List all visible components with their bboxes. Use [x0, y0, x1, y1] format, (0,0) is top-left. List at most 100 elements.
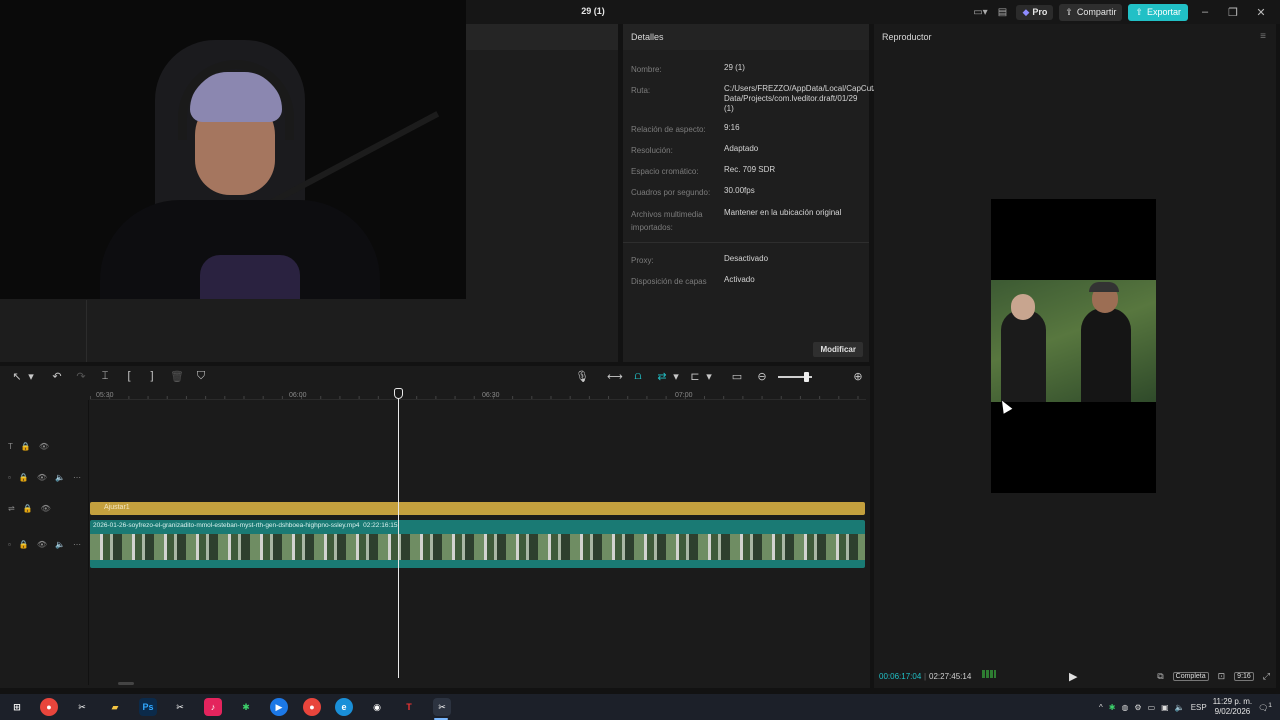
obs-icon[interactable]: ◉	[368, 698, 386, 716]
edge-icon[interactable]: e	[335, 698, 353, 716]
lock-icon[interactable]: 🔒	[19, 540, 29, 549]
app-blue-icon[interactable]: ▶	[270, 698, 288, 716]
photoshop-icon[interactable]: Ps	[139, 698, 157, 716]
detail-value: C:/Users/FREZZO/AppData/Local/CapCut/Use…	[724, 84, 893, 113]
timeline-ruler[interactable]	[90, 388, 866, 400]
crop-icon[interactable]: ⧉	[1157, 671, 1163, 682]
language-indicator[interactable]: ESP	[1191, 703, 1207, 712]
play-button[interactable]: ▶	[1069, 670, 1077, 683]
zoom-slider-handle[interactable]	[804, 372, 809, 382]
split-icon[interactable]: ⌶	[98, 370, 112, 383]
undo-icon[interactable]: ↶	[50, 370, 64, 383]
chevron-down-icon[interactable]: ▾	[702, 370, 716, 383]
redo-icon[interactable]: ↷	[74, 370, 88, 383]
timeline-scrollbar[interactable]	[118, 682, 134, 685]
speaker-icon[interactable]: 🔈	[55, 473, 65, 482]
chevron-down-icon[interactable]: ▾	[669, 370, 683, 383]
current-time: 00:06:17:04	[879, 671, 922, 681]
file-explorer-icon[interactable]: ▰	[106, 698, 124, 716]
modify-button[interactable]: Modificar	[813, 342, 863, 357]
windows-start-icon[interactable]: ⊞	[8, 698, 26, 716]
capcut-icon[interactable]: ✂	[73, 698, 91, 716]
eye-icon[interactable]: 👁	[37, 473, 47, 482]
title-bar-actions: ▭▾ ▤ ◆ Pro ⇪ Compartir ⇧ Exportar – ❐ ✕	[972, 0, 1280, 24]
video-clip[interactable]: 2026-01-26-soyfrezo-el-granizadito-mmol-…	[90, 520, 865, 568]
chrome-icon[interactable]: ●	[40, 698, 58, 716]
clip-thumbnails	[90, 534, 865, 560]
person-right-cap	[1089, 282, 1119, 292]
total-time: 02:27:45:14	[929, 671, 972, 681]
caption-icon[interactable]: ▭	[730, 370, 744, 383]
capcut-icon[interactable]: ✂	[433, 698, 451, 716]
detail-label: Archivos multimedia importados:	[631, 210, 703, 232]
media-divider	[86, 300, 87, 362]
media-panel-header	[466, 24, 618, 50]
video-frame-image	[991, 280, 1156, 402]
layout-icon[interactable]: ▭▾	[972, 7, 988, 18]
clock-time: 11:29 p. m.	[1212, 697, 1253, 706]
tiktok-icon[interactable]: ♪	[204, 698, 222, 716]
snapshot-icon[interactable]: ⊡	[1218, 671, 1226, 682]
more-icon[interactable]: ⋯	[73, 473, 81, 482]
notification-icon[interactable]: 🗨1	[1258, 702, 1272, 713]
ruler-label: 07:00	[675, 392, 693, 399]
adjust-clip[interactable]: Ajustar1	[90, 502, 865, 515]
app-red-icon[interactable]: T	[400, 698, 418, 716]
lock-icon[interactable]: 🔒	[23, 504, 33, 513]
chevron-up-icon[interactable]: ^	[1099, 703, 1103, 712]
complete-quality-button[interactable]: Completa	[1172, 671, 1209, 681]
lock-icon[interactable]: 🔒	[19, 473, 29, 482]
settings-tray-icon[interactable]: ⚙	[1134, 703, 1141, 712]
timeline-panel: ↖ ▾ ↶ ↷ ⌶ [ ] 🗑 ⛉ 🎙 ⟷ ⩍ ⇄ ▾ ⊏ ▾ ▭ ⊖ ⊕ 05…	[0, 366, 870, 688]
export-button[interactable]: ⇧ Exportar	[1128, 3, 1188, 21]
display-tray-icon[interactable]: ▣	[1161, 703, 1169, 712]
razer-tray-icon[interactable]: ✱	[1109, 703, 1116, 712]
zoom-out-icon[interactable]: ⊖	[755, 370, 769, 383]
playhead-handle[interactable]	[394, 388, 403, 399]
magnet-icon[interactable]: ⩍	[631, 370, 645, 383]
auto-snap-icon[interactable]: ⇄	[655, 370, 669, 383]
share-button[interactable]: ⇪ Compartir	[1059, 3, 1123, 21]
detail-label: Resolución:	[631, 146, 673, 155]
lock-icon[interactable]: 🔒	[21, 442, 31, 451]
text-track-controls: T 🔒 👁	[8, 442, 49, 451]
eye-icon[interactable]: 👁	[37, 540, 47, 549]
razer-icon[interactable]: ✱	[237, 698, 255, 716]
chevron-down-icon[interactable]: ▾	[24, 370, 38, 383]
clock[interactable]: 11:29 p. m. 9/02/2026	[1213, 697, 1252, 717]
menu-icon[interactable]: ≡	[1260, 31, 1266, 42]
close-button[interactable]: ✕	[1250, 6, 1272, 19]
main-track-controls: ▫ 🔒 👁 🔈 ⋯	[8, 540, 81, 549]
shortcuts-icon[interactable]: ▤	[994, 7, 1010, 18]
chrome-icon[interactable]: ●	[303, 698, 321, 716]
select-tool-icon[interactable]: ↖	[10, 370, 24, 383]
network-tray-icon[interactable]: ▭	[1148, 703, 1156, 712]
share-label: Compartir	[1076, 7, 1117, 17]
link-icon[interactable]: ⟷	[607, 370, 623, 383]
speaker-icon[interactable]: 🔈	[55, 540, 65, 549]
playhead[interactable]	[398, 392, 399, 678]
trim-right-icon[interactable]: ]	[145, 370, 159, 382]
pro-button[interactable]: ◆ Pro	[1016, 4, 1054, 20]
capcut-icon[interactable]: ✂	[171, 698, 189, 716]
shield-icon[interactable]: ⛉	[194, 370, 208, 383]
zoom-in-icon[interactable]: ⊕	[851, 370, 865, 383]
audio-meter	[982, 670, 996, 678]
player-right-controls: ⧉ Completa ⊡ 9:16 ⤢	[1157, 671, 1270, 682]
fullscreen-icon[interactable]: ⤢	[1263, 671, 1270, 682]
speaker-icon[interactable]: 🔈	[1175, 703, 1185, 712]
app-tray-icon[interactable]: ◍	[1121, 703, 1128, 712]
microphone-icon[interactable]: 🎙	[575, 370, 589, 383]
preview-axis-icon[interactable]: ⊏	[688, 370, 702, 383]
trim-left-icon[interactable]: [	[122, 370, 136, 382]
player-panel: Reproductor ≡ 00:06:17:04 | 02:27:45:14 …	[874, 24, 1276, 688]
restore-button[interactable]: ❐	[1222, 6, 1244, 19]
eye-icon[interactable]: 👁	[39, 442, 49, 451]
delete-icon[interactable]: 🗑	[170, 370, 184, 383]
eye-icon[interactable]: 👁	[41, 504, 51, 513]
video-preview[interactable]	[991, 199, 1156, 493]
aspect-ratio-button[interactable]: 9:16	[1234, 671, 1254, 681]
more-icon[interactable]: ⋯	[73, 540, 81, 549]
details-separator	[623, 242, 869, 243]
minimize-button[interactable]: –	[1194, 6, 1216, 18]
